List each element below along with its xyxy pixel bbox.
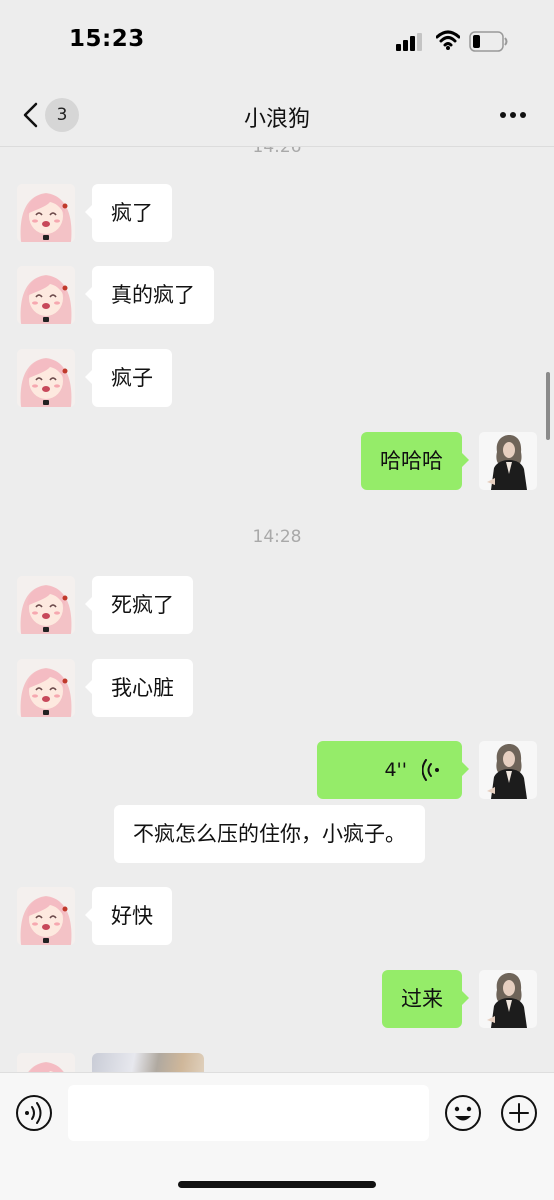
- voice-mode-icon[interactable]: [15, 1094, 53, 1132]
- voice-wave-icon: [422, 759, 439, 781]
- contact-avatar[interactable]: [17, 887, 75, 945]
- incoming-message[interactable]: 疯了: [85, 184, 172, 242]
- nav-bar: 3 小浪狗: [0, 84, 554, 147]
- status-time: 15:23: [69, 26, 145, 52]
- scrollbar[interactable]: [546, 372, 550, 440]
- voice-message[interactable]: 4'': [317, 741, 469, 799]
- outgoing-message[interactable]: 过来: [382, 970, 469, 1028]
- input-bar: [0, 1072, 554, 1200]
- incoming-message[interactable]: 疯子: [85, 349, 172, 407]
- incoming-message[interactable]: 死疯了: [85, 576, 193, 634]
- signal-icon: [396, 33, 422, 51]
- contact-avatar[interactable]: [17, 184, 75, 242]
- voice-duration: 4'': [384, 759, 407, 781]
- user-avatar[interactable]: [479, 741, 537, 799]
- incoming-message[interactable]: 我心脏: [85, 659, 193, 717]
- contact-avatar[interactable]: [17, 1053, 75, 1072]
- user-avatar[interactable]: [479, 432, 537, 490]
- chat-title: 小浪狗: [243, 107, 310, 132]
- contact-avatar[interactable]: [17, 349, 75, 407]
- status-bar: 15:23: [0, 0, 554, 84]
- timestamp: 14:28: [252, 527, 302, 547]
- contact-avatar[interactable]: [17, 659, 75, 717]
- emoji-icon[interactable]: [444, 1094, 482, 1132]
- incoming-message[interactable]: 好快: [85, 887, 172, 945]
- voice-transcript[interactable]: 不疯怎么压的住你，小疯子。: [114, 805, 425, 863]
- message-input[interactable]: [68, 1085, 429, 1141]
- contact-avatar[interactable]: [17, 266, 75, 324]
- outgoing-message[interactable]: 哈哈哈: [361, 432, 469, 490]
- plus-icon[interactable]: [500, 1094, 538, 1132]
- more-icon[interactable]: [498, 110, 528, 120]
- wifi-icon: [436, 30, 460, 50]
- user-avatar[interactable]: [479, 970, 537, 1028]
- incoming-message[interactable]: 真的疯了: [85, 266, 214, 324]
- contact-avatar[interactable]: [17, 576, 75, 634]
- message-list[interactable]: 14:26 疯了 真的疯了 疯子 哈哈哈 14:28 死疯了 我心脏 4'' 不…: [0, 147, 554, 1072]
- timestamp: 14:26: [252, 147, 302, 157]
- battery-icon: [469, 31, 508, 52]
- home-indicator: [178, 1181, 376, 1188]
- image-message[interactable]: [92, 1053, 204, 1072]
